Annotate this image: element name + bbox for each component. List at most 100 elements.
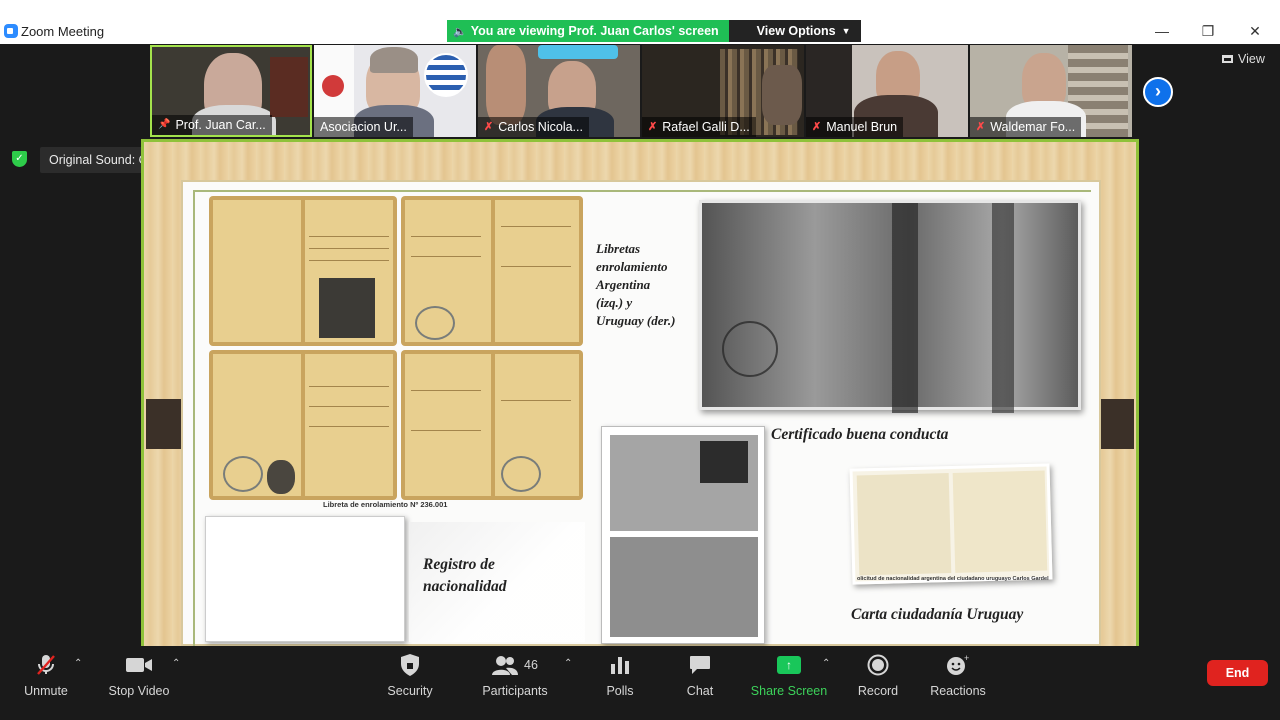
- participant-name: Manuel Brun: [826, 120, 898, 134]
- end-meeting-button[interactable]: End: [1207, 660, 1268, 686]
- video-tile[interactable]: 📌 Prof. Juan Car...: [150, 45, 312, 137]
- libretas-label: Libretas enrolamiento Argentina (izq.) y…: [596, 240, 675, 330]
- uruguay-flag-logo: [424, 53, 468, 97]
- background-shelf: [270, 57, 308, 117]
- share-screen-button[interactable]: ↑ Share Screen: [750, 650, 828, 700]
- libreta-uruguay-2: [401, 350, 583, 500]
- audio-options-caret[interactable]: ⌃: [74, 658, 82, 669]
- view-button[interactable]: View: [1222, 52, 1265, 66]
- security-label: Security: [387, 684, 433, 698]
- muted-mic-icon: ✗: [648, 121, 658, 133]
- video-tile[interactable]: ✗ Carlos Nicola...: [478, 45, 640, 137]
- fingerprint: [267, 460, 295, 494]
- libreta-argentina-2: [401, 196, 583, 346]
- restore-button[interactable]: ❐: [1196, 22, 1220, 40]
- participant-name: Asociacion Ur...: [320, 120, 407, 134]
- speaker-icon: 🔈: [453, 25, 467, 38]
- unmute-label: Unmute: [24, 684, 68, 698]
- video-tile[interactable]: Asociacion Ur...: [314, 45, 476, 137]
- official-stamp: [415, 306, 455, 340]
- polls-chart-icon: [610, 650, 630, 680]
- carta-label: Carta ciudadanía Uruguay: [851, 606, 1024, 623]
- portrait-photo: [319, 278, 375, 338]
- participants-count: 46: [524, 658, 538, 672]
- title-bar: Zoom Meeting 🔈 You are viewing Prof. Jua…: [0, 0, 1280, 44]
- screen-share-banner: 🔈 You are viewing Prof. Juan Carlos' scr…: [447, 20, 861, 42]
- record-icon: [867, 650, 889, 680]
- share-screen-icon: ↑: [777, 650, 801, 680]
- participant-name-tag: ✗ Manuel Brun: [806, 117, 904, 137]
- uruguay-passport-scan: [601, 426, 765, 644]
- libretas-line: enrolamiento: [596, 259, 668, 274]
- zoom-app-icon: [4, 24, 18, 38]
- muted-mic-icon: ✗: [976, 121, 986, 133]
- window-title: Zoom Meeting: [21, 24, 105, 39]
- record-button[interactable]: Record: [856, 650, 900, 700]
- security-button[interactable]: Security: [386, 650, 434, 700]
- certificado-document: [699, 200, 1081, 413]
- svg-text:+: +: [964, 654, 969, 663]
- polls-button[interactable]: Polls: [600, 650, 640, 700]
- video-tile[interactable]: ✗ Manuel Brun: [806, 45, 968, 137]
- unmute-button[interactable]: Unmute: [20, 650, 72, 700]
- participants-options-caret[interactable]: ⌃: [564, 658, 572, 669]
- minimize-button[interactable]: —: [1150, 22, 1174, 40]
- libretas-line: (izq.) y: [596, 295, 633, 310]
- official-stamp: [501, 456, 541, 492]
- chat-bubble-icon: [689, 650, 711, 680]
- muted-mic-icon: ✗: [484, 121, 494, 133]
- presentation-slide: Libreta de enrolamiento Nº 236.001 Libre…: [181, 180, 1101, 646]
- participant-video: [762, 65, 802, 125]
- libretas-line: Libretas: [596, 241, 641, 256]
- participants-button[interactable]: 46 Participants: [480, 650, 550, 700]
- original-sound-label: Original Sound: Off: [49, 153, 156, 167]
- video-strip: 📌 Prof. Juan Car... Asociacion Ur... ✗ C…: [0, 44, 1280, 138]
- video-tile[interactable]: ✗ Waldemar Fo...: [970, 45, 1132, 137]
- participants-icon: 46: [492, 650, 538, 680]
- libreta-argentina-1: [209, 196, 397, 346]
- view-options-label: View Options: [756, 24, 836, 38]
- video-options-caret[interactable]: ⌃: [172, 658, 180, 669]
- carta-caption: olicitud de nacionalidad argentina del c…: [857, 576, 1049, 582]
- viewing-indicator: 🔈 You are viewing Prof. Juan Carlos' scr…: [447, 20, 729, 42]
- close-button[interactable]: ✕: [1243, 22, 1267, 40]
- security-shield-icon: [400, 650, 420, 680]
- participant-name-tag: Asociacion Ur...: [314, 117, 413, 137]
- registro-line: nacionalidad: [423, 578, 507, 595]
- view-options-button[interactable]: View Options ▼: [728, 20, 861, 42]
- libreta-caption: Libreta de enrolamiento Nº 236.001: [323, 500, 448, 509]
- share-options-caret[interactable]: ⌃: [822, 658, 830, 669]
- registro-document: [205, 516, 405, 642]
- share-screen-label: Share Screen: [750, 684, 828, 698]
- viewing-text: You are viewing Prof. Juan Carlos' scree…: [470, 24, 719, 38]
- encryption-shield-icon[interactable]: ✓: [12, 151, 27, 167]
- registro-label: Registro de nacionalidad: [423, 554, 507, 598]
- libreta-uruguay-1: [209, 350, 397, 500]
- participant-hand: [486, 45, 526, 125]
- record-label: Record: [857, 684, 899, 698]
- zoom-window: Zoom Meeting 🔈 You are viewing Prof. Jua…: [0, 0, 1280, 720]
- participant-name-tag: 📌 Prof. Juan Car...: [152, 115, 272, 135]
- meeting-toolbar: Unmute ⌃ Stop Video ⌃ Security 46 Partic…: [0, 646, 1280, 720]
- participants-label: Participants: [482, 684, 548, 698]
- chat-label: Chat: [686, 684, 714, 698]
- portrait-photo: [700, 441, 748, 483]
- participant-name: Prof. Juan Car...: [175, 118, 266, 132]
- participant-name: Rafael Galli D...: [662, 120, 750, 134]
- chat-button[interactable]: Chat: [682, 650, 718, 700]
- reactions-button[interactable]: + Reactions: [930, 650, 986, 700]
- libretas-line: Argentina: [596, 277, 651, 292]
- video-tile[interactable]: ✗ Rafael Galli D...: [642, 45, 804, 137]
- pin-icon: 📌: [158, 119, 171, 130]
- participant-name-tag: ✗ Waldemar Fo...: [970, 117, 1082, 137]
- certificado-label: Certificado buena conducta: [771, 426, 949, 443]
- shared-screen: Libreta de enrolamiento Nº 236.001 Libre…: [141, 139, 1139, 646]
- participant-name: Carlos Nicola...: [498, 120, 583, 134]
- stop-video-label: Stop Video: [108, 684, 170, 698]
- logo-mark: [322, 75, 344, 97]
- stop-video-button[interactable]: Stop Video: [104, 650, 174, 700]
- chevron-right-icon: ›: [1155, 81, 1161, 101]
- participant-name: Waldemar Fo...: [990, 120, 1076, 134]
- participant-name-tag: ✗ Rafael Galli D...: [642, 117, 756, 137]
- next-page-button[interactable]: ›: [1143, 77, 1173, 107]
